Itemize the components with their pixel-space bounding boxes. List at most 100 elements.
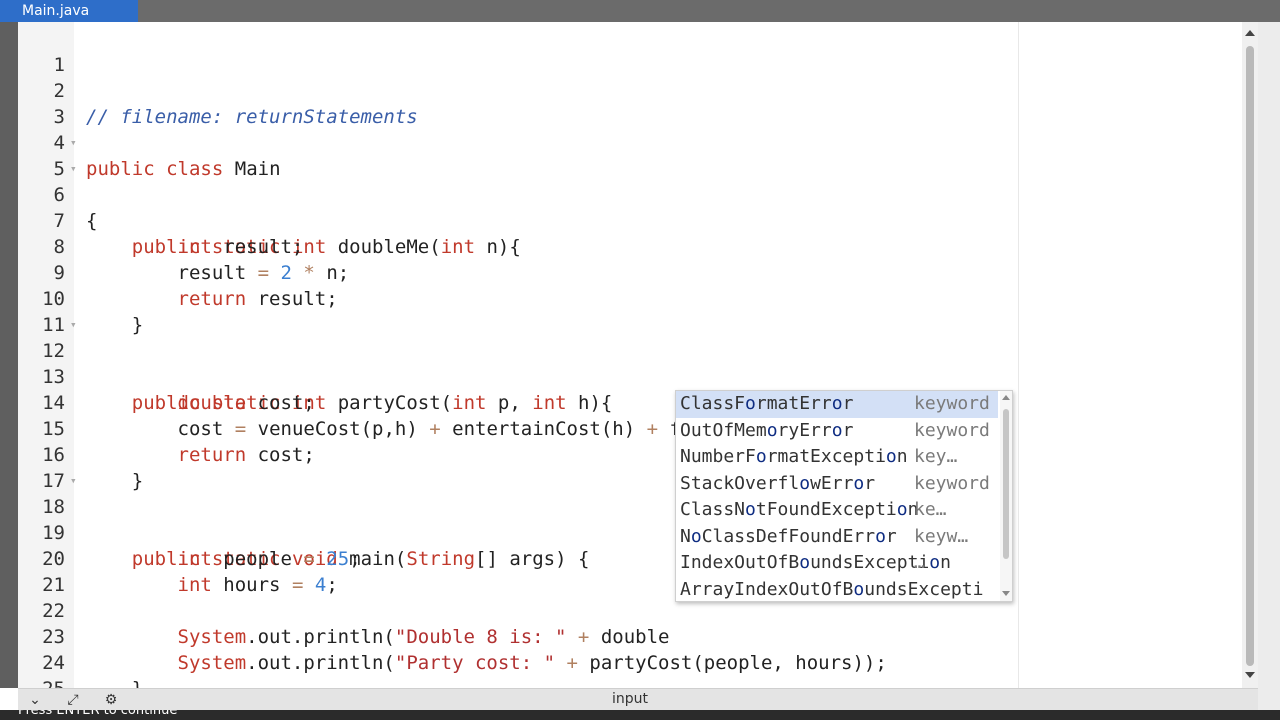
code-line[interactable]: 24 } [18,624,1242,688]
code-line[interactable]: 5 ▾ { [18,130,1242,232]
fold-arrow-icon[interactable]: ▾ [70,312,80,338]
suggestion-text: undsExcepti [810,552,930,573]
suggestion-meta: ke… [914,499,947,520]
match-highlight: o [929,552,941,573]
code-line[interactable]: 2 // filename: returnStatements [18,52,1242,128]
autocomplete-scrollbar[interactable] [1000,391,1012,601]
autocomplete-popup[interactable]: ClassFormatError keyword OutOfMemoryErro… [675,390,1013,602]
suggestion-meta: keyword [914,419,990,441]
suggestion-text: ryErr [777,419,832,441]
fold-arrow-icon[interactable]: ▾ [70,156,80,182]
suggestion-text: ClassN [680,499,746,520]
code-text: } [86,676,143,688]
code-line[interactable]: 12 ▾ public static int partyCost(int p, … [18,312,1242,414]
code-line[interactable]: 25 } [18,650,1242,688]
match-highlight: o [853,472,865,494]
code-line[interactable]: 10 } [18,260,1242,336]
code-line[interactable]: 16 } [18,416,1242,492]
suggestion-meta: keyword [914,472,990,494]
match-highlight: o [745,393,756,414]
fold-arrow-icon[interactable]: ▾ [70,130,80,156]
suggestion-text: StackOverfl [680,472,800,494]
code-line[interactable]: 21 [18,546,1242,596]
suggestion-text: undsExcept [864,578,973,600]
suggestion-text: wErr [810,472,854,494]
code-line[interactable]: 13 double cost; [18,338,1242,414]
suggestion-item[interactable]: OutOfMemoryError keyword [676,418,998,445]
code-line[interactable]: 3 [18,78,1242,128]
suggestion-item[interactable]: NoClassDefFoundError keyw… [676,524,998,551]
code-line[interactable]: 22 System.out.println("Double 8 is: " + … [18,572,1242,648]
suggestion-text: ClassF [680,393,746,414]
suggestion-text: OutOfMem [680,419,767,441]
code-line[interactable]: 11 [18,286,1242,336]
code-line[interactable]: 19 int people = 25; [18,494,1242,570]
brace: } [132,678,143,688]
suggestion-name: OutOfMemoryError [680,418,853,444]
scroll-down-icon[interactable] [1002,591,1010,596]
status-bar: Press ENTER to continue [0,710,1280,720]
suggestion-text: ClassDefFoundErr [701,525,876,547]
match-highlight: o [766,419,778,441]
suggestion-text: tFoundExcepti [755,499,897,520]
suggestion-text: n [940,552,951,573]
code-line-active[interactable]: 14 cost = venueCost(p,h) + entertainCost… [18,364,1242,440]
right-frame [1258,22,1280,688]
code-line[interactable]: 1 [18,26,1242,76]
code-line[interactable]: 15 return cost; [18,390,1242,466]
suggestion-meta: keyword [914,393,990,414]
match-highlight: o [690,525,702,547]
code-line[interactable]: 23 System.out.println("Party cost: " + p… [18,598,1242,674]
suggestion-item-selected[interactable]: ClassFormatError keyword [676,391,998,418]
suggestion-meta: … [914,552,925,573]
corner-frame [1258,688,1280,710]
suggestion-meta: keyw… [914,525,969,547]
suggestion-text: ArrayIndexOutOfB [680,578,854,600]
suggestion-item[interactable]: StackOverflowError keyword [676,471,998,498]
suggestion-name: StackOverflowError [680,471,875,497]
fold-arrow-icon[interactable]: ▾ [70,468,80,494]
suggestion-text: r [885,525,897,547]
suggestion-text: IndexOutOfB [680,552,800,573]
suggestion-item[interactable]: IndexOutOfBoundsException … [676,550,998,577]
code-line[interactable]: 17 [18,442,1242,492]
scroll-up-icon[interactable] [1245,30,1255,36]
suggestion-item[interactable]: ArrayIndexOutOfBoundsExcepti [676,577,998,602]
code-line[interactable]: 8 result = 2 * n; [18,208,1242,284]
status-text: Press ENTER to continue [18,710,178,718]
code-line[interactable]: 4 public class Main [18,104,1242,180]
suggestion-meta: key… [914,446,958,467]
match-highlight: o [831,393,843,414]
left-frame [0,22,18,688]
suggestion-name: NumberFormatException [680,444,908,470]
code-line[interactable]: 20 int hours = 4; [18,520,1242,596]
code-line[interactable]: 6 ▾ public static int doubleMe(int n){ [18,156,1242,258]
suggestion-item[interactable]: ClassNotFoundException ke… [676,497,998,524]
code-editor[interactable]: 1 2 // filename: returnStatements 3 4 pu… [18,22,1242,688]
suggestion-text: r [842,393,854,414]
scroll-up-icon[interactable] [1002,395,1010,400]
editor-scrollbar[interactable] [1242,22,1258,688]
scroll-down-icon[interactable] [1245,672,1255,678]
match-highlight: o [799,552,811,573]
match-highlight: o [755,446,767,467]
suggestion-text: i [972,578,984,600]
match-highlight: o [799,472,811,494]
scroll-thumb[interactable] [1003,409,1009,559]
match-highlight: o [853,578,865,600]
suggestion-text: NumberF [680,446,756,467]
match-highlight: o [896,499,908,520]
suggestion-item[interactable]: NumberFormatException key… [676,444,998,471]
code-line[interactable]: 7 int result; [18,182,1242,258]
suggestion-text: r [864,472,876,494]
ide-window: Main.java 1 2 // filename: returnStateme… [0,0,1280,720]
match-highlight: o [885,446,897,467]
command-bar: ⌄ ⤢ ⚙ input [18,688,1258,710]
mode-label: input [611,691,648,707]
code-line[interactable]: 18 ▾ public static void main(String[] ar… [18,468,1242,570]
code-line[interactable]: 9 return result; [18,234,1242,310]
scroll-thumb[interactable] [1246,46,1254,666]
match-highlight: o [831,419,843,441]
tab-main-java[interactable]: Main.java [0,0,138,22]
suggestion-name: NoClassDefFoundError [680,524,897,550]
